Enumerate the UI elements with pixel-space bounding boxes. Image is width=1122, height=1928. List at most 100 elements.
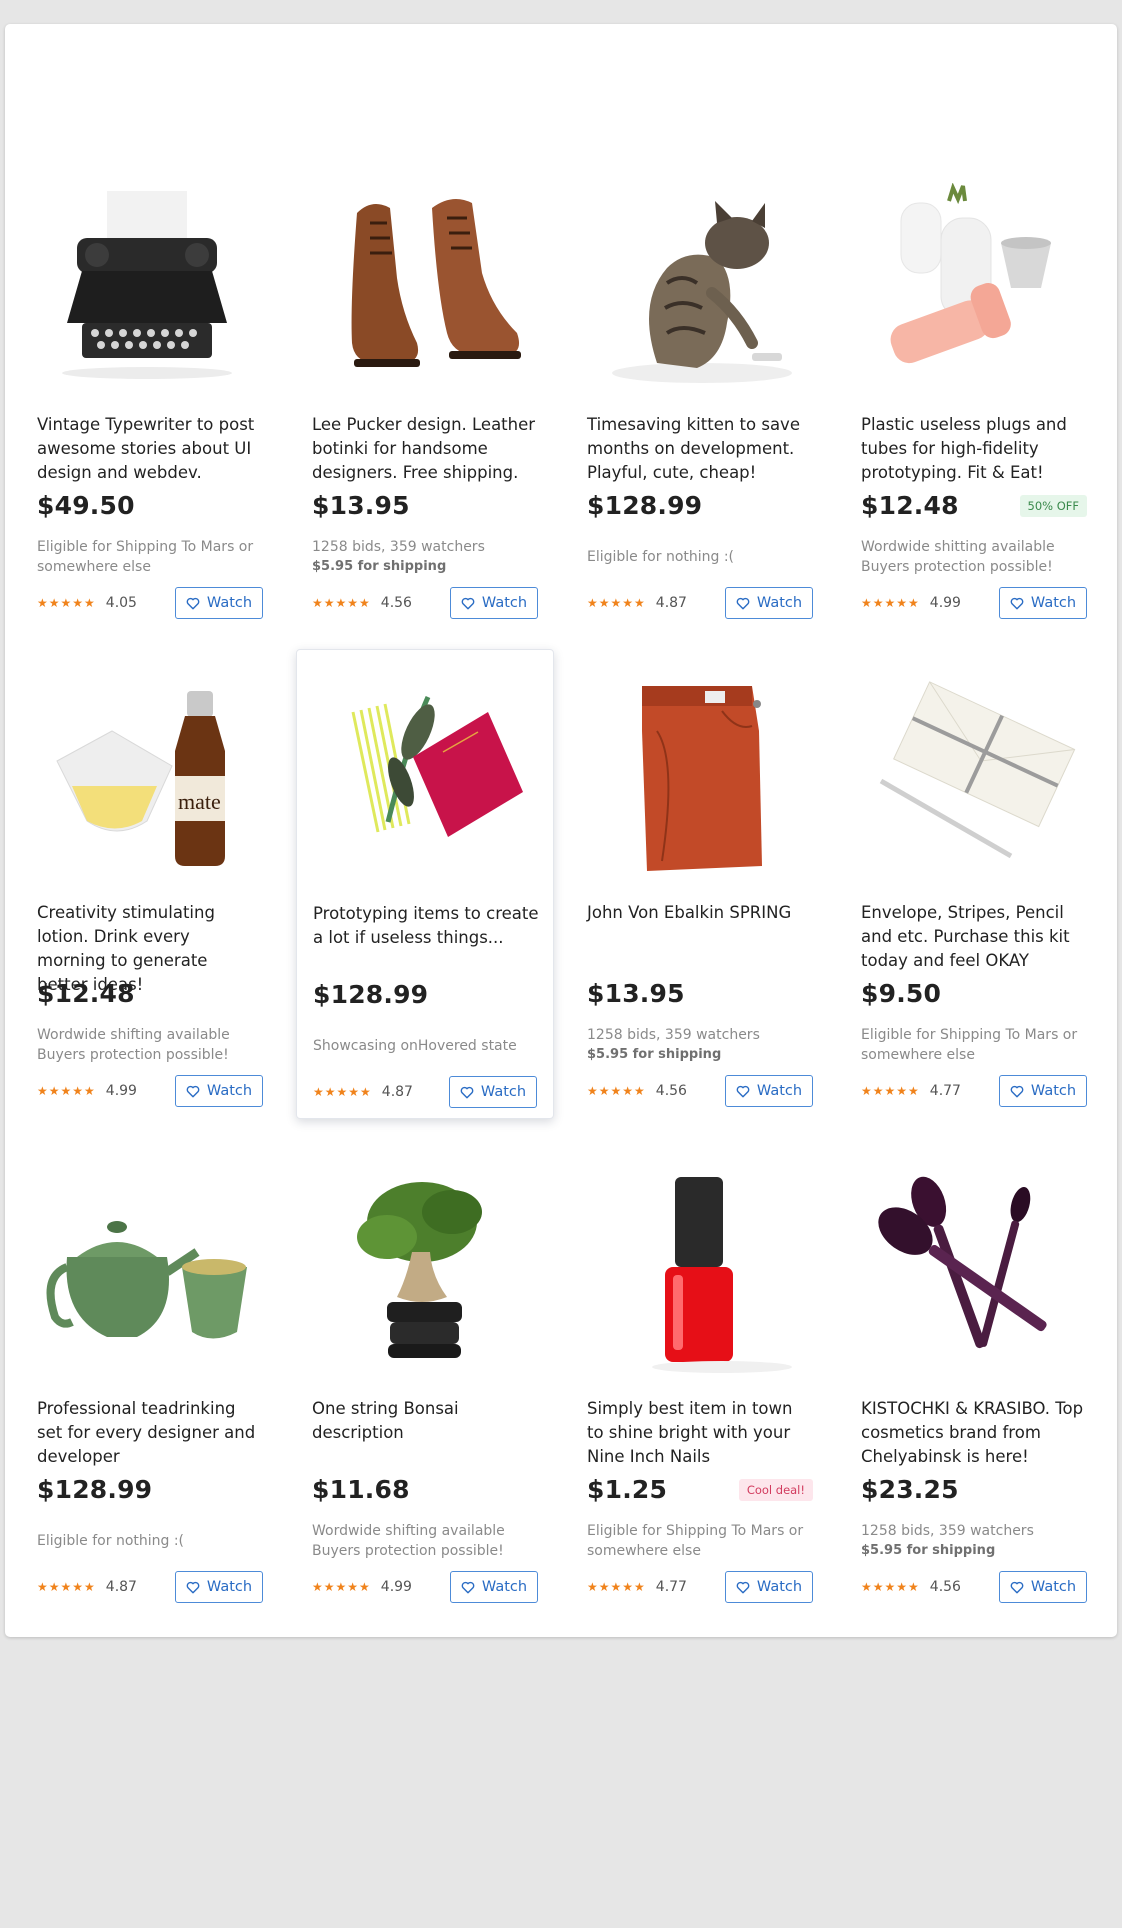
watch-label: Watch: [756, 1579, 803, 1595]
product-price: $49.50: [37, 491, 135, 520]
product-title[interactable]: Envelope, Stripes, Pencil and etc. Purch…: [861, 901, 1087, 973]
product-image[interactable]: [587, 671, 813, 881]
product-title[interactable]: Timesaving kitten to save months on deve…: [587, 413, 813, 485]
product-price: $23.25: [861, 1475, 959, 1504]
product-info: Eligible for nothing :(: [587, 547, 813, 567]
watch-button[interactable]: Watch: [999, 587, 1087, 619]
product-image[interactable]: [312, 183, 538, 393]
product-image[interactable]: [861, 671, 1087, 881]
product-image[interactable]: [37, 1167, 263, 1377]
discount-badge: 50% OFF: [1019, 495, 1087, 517]
watch-label: Watch: [206, 1083, 253, 1099]
product-info: 1258 bids, 359 watchers $5.95 for shippin…: [312, 537, 538, 577]
rating-value: 4.99: [105, 1083, 137, 1099]
product-title[interactable]: Prototyping items to create a lot if use…: [313, 902, 539, 950]
product-info: 1258 bids, 359 watchers $5.95 for shippin…: [861, 1521, 1087, 1561]
product-info-line: Buyers protection possible!: [861, 559, 1053, 575]
product-card[interactable]: KISTOCHKI & KRASIBO. Top cosmetics brand…: [845, 1145, 1103, 1615]
product-info: Eligible for Shipping To Mars or somewhe…: [37, 537, 263, 577]
product-image[interactable]: [587, 183, 813, 393]
heart-icon: [186, 597, 200, 609]
rating-value: 4.99: [929, 595, 961, 611]
star-rating-icon: ★★★★★: [587, 596, 646, 610]
product-title[interactable]: Vintage Typewriter to post awesome stori…: [37, 413, 263, 485]
product-card[interactable]: Lee Pucker design. Leather botinki for h…: [296, 161, 554, 631]
product-image[interactable]: [312, 1167, 538, 1377]
star-rating-icon: ★★★★★: [312, 596, 371, 610]
product-card[interactable]: mate Creativity stimulating lotion. Drink…: [21, 649, 279, 1119]
rating-value: 4.87: [381, 1084, 413, 1100]
watch-button[interactable]: Watch: [725, 1075, 813, 1107]
product-rating: ★★★★★ 4.99: [861, 587, 961, 619]
watch-button[interactable]: Watch: [175, 1571, 263, 1603]
watch-button[interactable]: Watch: [175, 1075, 263, 1107]
heart-icon: [736, 1085, 750, 1097]
product-price: $13.95: [587, 979, 685, 1008]
product-rating: ★★★★★ 4.56: [312, 587, 412, 619]
product-title[interactable]: Plastic useless plugs and tubes for high…: [861, 413, 1087, 485]
product-rating: ★★★★★ 4.05: [37, 587, 137, 619]
watch-button[interactable]: Watch: [999, 1571, 1087, 1603]
watch-button[interactable]: Watch: [999, 1075, 1087, 1107]
heart-icon: [736, 597, 750, 609]
product-price: $128.99: [37, 1475, 153, 1504]
product-title[interactable]: KISTOCHKI & KRASIBO. Top cosmetics brand…: [861, 1397, 1087, 1469]
product-grid: Vintage Typewriter to post awesome stori…: [5, 24, 1117, 1637]
product-rating: ★★★★★ 4.77: [861, 1075, 961, 1107]
watch-button[interactable]: Watch: [175, 587, 263, 619]
rating-value: 4.87: [655, 595, 687, 611]
product-image[interactable]: [313, 672, 539, 882]
product-rating: ★★★★★ 4.99: [37, 1075, 137, 1107]
product-card[interactable]: Timesaving kitten to save months on deve…: [571, 161, 829, 631]
product-title[interactable]: Simply best item in town to shine bright…: [587, 1397, 813, 1469]
product-title[interactable]: Professional teadrinking set for every d…: [37, 1397, 263, 1469]
watch-button[interactable]: Watch: [450, 1571, 538, 1603]
product-card[interactable]: Prototyping items to create a lot if use…: [296, 649, 554, 1119]
heart-icon: [736, 1581, 750, 1593]
star-rating-icon: ★★★★★: [37, 596, 96, 610]
watch-button[interactable]: Watch: [449, 1076, 537, 1108]
product-image[interactable]: [861, 1167, 1087, 1377]
product-info-line: Eligible for nothing :(: [37, 1533, 185, 1549]
product-image[interactable]: mate: [37, 671, 263, 881]
rating-value: 4.56: [655, 1083, 687, 1099]
product-title[interactable]: Lee Pucker design. Leather botinki for h…: [312, 413, 538, 485]
product-card[interactable]: Professional teadrinking set for every d…: [21, 1145, 279, 1615]
watch-label: Watch: [481, 1579, 528, 1595]
watch-button[interactable]: Watch: [725, 1571, 813, 1603]
product-price: $9.50: [861, 979, 942, 1008]
heart-icon: [461, 597, 475, 609]
watch-label: Watch: [756, 1083, 803, 1099]
shipping-cost: $5.95 for shipping: [861, 1543, 996, 1558]
product-rating: ★★★★★ 4.87: [37, 1571, 137, 1603]
watch-button[interactable]: Watch: [450, 587, 538, 619]
product-card[interactable]: Plastic useless plugs and tubes for high…: [845, 161, 1103, 631]
product-image[interactable]: [861, 183, 1087, 393]
product-info: Wordwide shitting available Buyers protec…: [861, 537, 1087, 577]
watch-label: Watch: [206, 1579, 253, 1595]
product-card[interactable]: John Von Ebalkin SPRING $13.95 1258 bids, …: [571, 649, 829, 1119]
product-card[interactable]: Vintage Typewriter to post awesome stori…: [21, 161, 279, 631]
product-card[interactable]: Envelope, Stripes, Pencil and etc. Purch…: [845, 649, 1103, 1119]
product-image[interactable]: [587, 1167, 813, 1377]
product-title[interactable]: One string Bonsai description: [312, 1397, 538, 1445]
watch-label: Watch: [756, 595, 803, 611]
heart-icon: [1010, 597, 1024, 609]
star-rating-icon: ★★★★★: [313, 1085, 372, 1099]
product-rating: ★★★★★ 4.77: [587, 1571, 687, 1603]
product-info-line: 1258 bids, 359 watchers: [312, 539, 485, 555]
heart-icon: [460, 1086, 474, 1098]
watch-label: Watch: [480, 1084, 527, 1100]
product-card[interactable]: One string Bonsai description $11.68 Wordw…: [296, 1145, 554, 1615]
product-title[interactable]: John Von Ebalkin SPRING: [587, 901, 813, 925]
product-price: $11.68: [312, 1475, 410, 1504]
product-image[interactable]: [37, 183, 263, 393]
watch-button[interactable]: Watch: [725, 587, 813, 619]
product-grid-card: Vintage Typewriter to post awesome stori…: [5, 24, 1117, 1637]
product-info: Wordwide shifting available Buyers protec…: [37, 1025, 263, 1065]
product-card[interactable]: Simply best item in town to shine bright…: [571, 1145, 829, 1615]
rating-value: 4.56: [929, 1579, 961, 1595]
product-info: Eligible for Shipping To Mars or somewhe…: [861, 1025, 1087, 1065]
star-rating-icon: ★★★★★: [587, 1084, 646, 1098]
rating-value: 4.77: [929, 1083, 961, 1099]
